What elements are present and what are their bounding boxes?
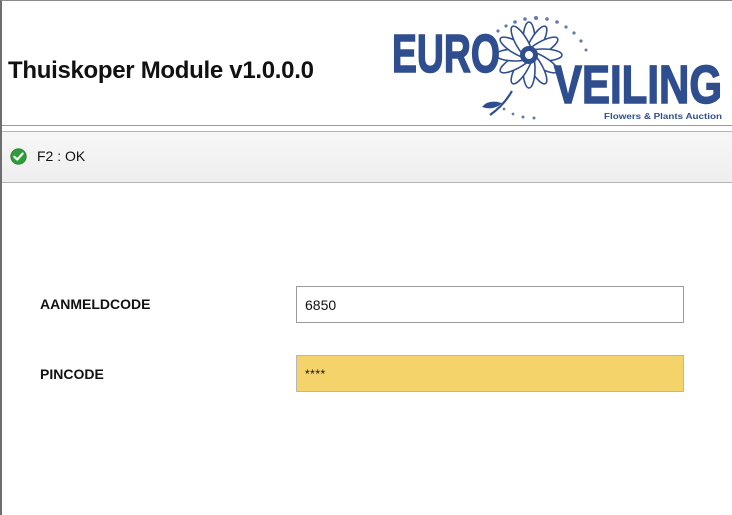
pincode-label: PINCODE (40, 366, 104, 382)
ok-button[interactable]: F2 : OK (4, 142, 93, 170)
logo-word-right: VEILING (554, 55, 722, 115)
toolbar: F2 : OK (2, 131, 732, 183)
login-form: AANMELDCODE PINCODE (2, 183, 732, 503)
ok-button-label: F2 : OK (37, 148, 86, 164)
login-code-label: AANMELDCODE (40, 296, 151, 312)
app-window: Thuiskoper Module v1.0.0.0 EURO VEILING … (0, 0, 732, 515)
app-title: Thuiskoper Module v1.0.0.0 (8, 57, 314, 84)
check-circle-icon (10, 147, 27, 165)
pincode-input[interactable] (296, 355, 684, 392)
app-header: Thuiskoper Module v1.0.0.0 EURO VEILING … (2, 1, 732, 126)
logo-word-left: EURO (392, 24, 500, 84)
euroveiling-logo: EURO VEILING Flowers & Plants Auction (391, 16, 723, 121)
logo-tagline: Flowers & Plants Auction (604, 112, 722, 121)
login-code-input[interactable] (296, 286, 684, 323)
